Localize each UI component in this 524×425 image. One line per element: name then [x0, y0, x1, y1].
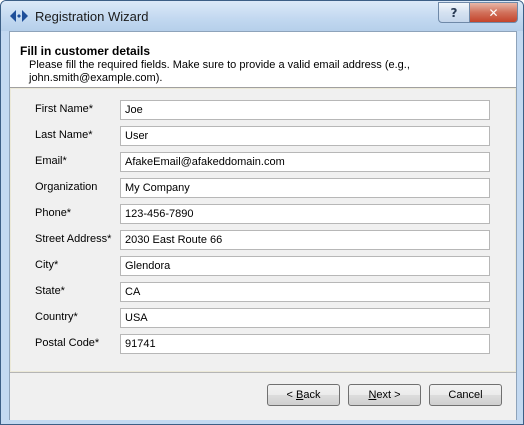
last-name-label: Last Name* — [35, 129, 93, 141]
first-name-field[interactable] — [120, 100, 490, 120]
email-field[interactable] — [120, 152, 490, 172]
page-subtitle: Please fill the required fields. Make su… — [29, 59, 410, 84]
city-row: City* — [11, 254, 515, 278]
organization-field[interactable] — [120, 178, 490, 198]
first-name-row: First Name* — [11, 98, 515, 122]
state-row: State* — [11, 280, 515, 304]
cancel-label: Cancel — [448, 389, 483, 401]
street-address-row: Street Address* — [11, 228, 515, 252]
last-name-field[interactable] — [120, 126, 490, 146]
organization-row: Organization — [11, 176, 515, 200]
back-rest: ack — [303, 389, 321, 401]
country-field[interactable] — [120, 308, 490, 328]
back-prefix: < — [286, 389, 296, 401]
postal-code-label: Postal Code* — [35, 337, 100, 349]
street-address-field[interactable] — [120, 230, 490, 250]
title-bar[interactable]: Registration Wizard ? ✕ — [1, 1, 523, 31]
close-button[interactable]: ✕ — [469, 2, 518, 23]
registration-wizard-window: Registration Wizard ? ✕ Fill in customer… — [0, 0, 524, 425]
email-row: Email* — [11, 150, 515, 174]
phone-row: Phone* — [11, 202, 515, 226]
city-label: City* — [35, 259, 59, 271]
next-rest: ext > — [376, 389, 401, 401]
wizard-arrows-icon — [10, 10, 28, 22]
customer-form: First Name* Last Name* Email* Organizati… — [11, 89, 515, 371]
wizard-header: Fill in customer details Please fill the… — [10, 32, 516, 88]
postal-code-row: Postal Code* — [11, 332, 515, 356]
back-mnemonic: B — [296, 389, 304, 401]
back-button[interactable]: < Back — [267, 384, 340, 406]
page-title: Fill in customer details — [20, 44, 151, 58]
last-name-row: Last Name* — [11, 124, 515, 148]
phone-field[interactable] — [120, 204, 490, 224]
first-name-label: First Name* — [35, 103, 94, 115]
window-title: Registration Wizard — [35, 9, 149, 24]
state-label: State* — [35, 285, 65, 297]
wizard-client-area: Fill in customer details Please fill the… — [9, 31, 517, 420]
email-label: Email* — [35, 155, 67, 167]
postal-code-field[interactable] — [120, 334, 490, 354]
organization-label: Organization — [35, 181, 98, 193]
street-address-label: Street Address* — [35, 233, 112, 245]
city-field[interactable] — [120, 256, 490, 276]
country-label: Country* — [35, 311, 78, 323]
cancel-button[interactable]: Cancel — [429, 384, 502, 406]
wizard-footer: < Back Next > Cancel — [10, 372, 516, 420]
help-button[interactable]: ? — [438, 2, 470, 23]
next-button[interactable]: Next > — [348, 384, 421, 406]
state-field[interactable] — [120, 282, 490, 302]
next-mnemonic: N — [368, 389, 377, 401]
country-row: Country* — [11, 306, 515, 330]
phone-label: Phone* — [35, 207, 72, 219]
